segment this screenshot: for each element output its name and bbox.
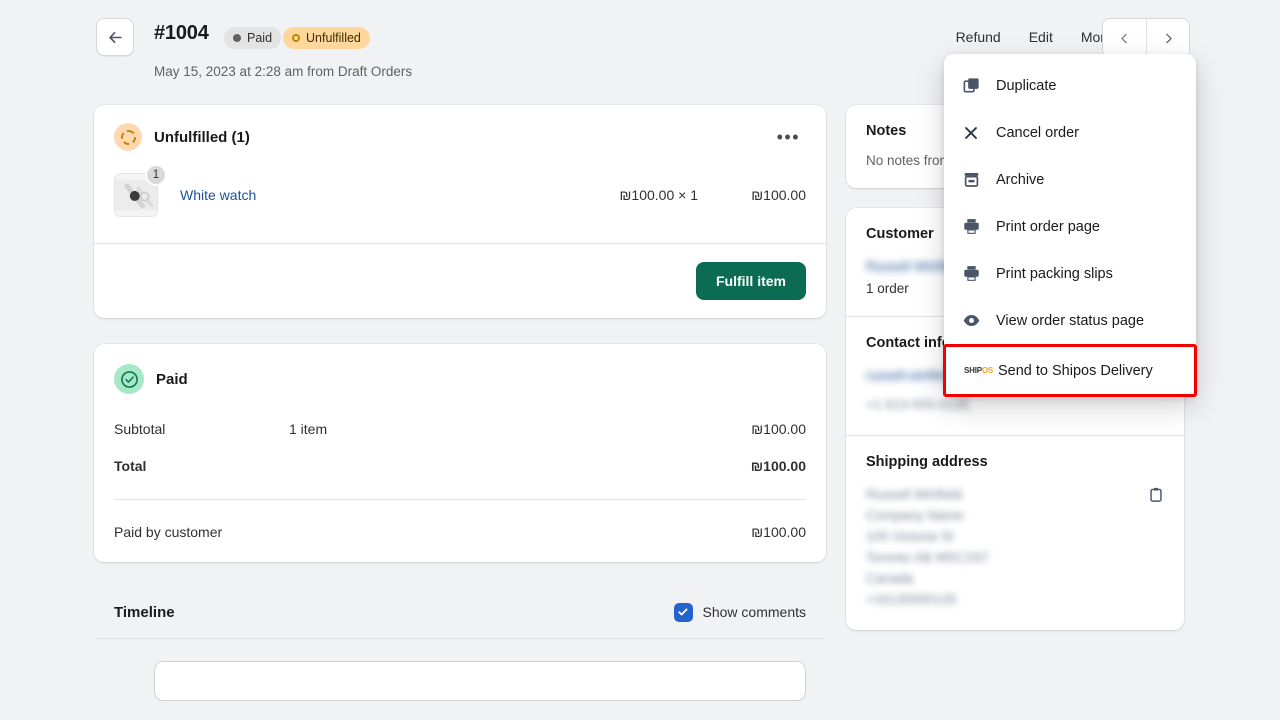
chevron-left-icon [1118,32,1131,45]
previous-order-button[interactable] [1103,19,1146,57]
arrow-left-icon [107,29,124,46]
eye-icon [962,311,988,330]
summary-value: ₪100.00 [751,421,806,437]
line-item-product-link[interactable]: White watch [180,187,256,203]
menu-item-label: View order status page [996,313,1144,329]
ring-dot-icon [292,34,300,42]
menu-item-archive[interactable]: Archive [944,156,1196,203]
payment-card-header: Paid [94,344,826,394]
line-item: 1 White watch ₪100.00 × 1 ₪100.00 [94,151,826,243]
menu-item-print-order-page[interactable]: Print order page [944,203,1196,250]
summary-label: Paid by customer [114,524,222,540]
summary-middle: 1 item [289,421,751,437]
divider [114,499,806,500]
shipping-title: Shipping address [866,454,1164,470]
shipos-logo-part1: SHIP [964,366,982,375]
show-comments-checkbox[interactable] [674,603,693,622]
menu-item-label: Send to Shipos Delivery [998,363,1153,379]
duplicate-icon [962,76,988,95]
ellipsis-icon[interactable]: ••• [771,127,806,147]
menu-item-view-order-status-page[interactable]: View order status page [944,297,1196,344]
next-order-button[interactable] [1146,19,1189,57]
filled-dot-icon [233,34,241,42]
status-badge-unfulfilled-label: Unfulfilled [306,27,361,49]
summary-value: ₪100.00 [751,524,806,540]
edit-button[interactable]: Edit [1015,22,1067,52]
order-detail-page: #1004 Paid Unfulfilled May 15, 2023 at 2… [0,0,1280,720]
refund-button[interactable]: Refund [942,22,1015,52]
menu-item-duplicate[interactable]: Duplicate [944,62,1196,109]
clipboard-copy-icon[interactable] [1147,486,1165,509]
summary-row-paid-by-customer: Paid by customer ₪100.00 [94,519,826,562]
fulfillment-card: Unfulfilled (1) ••• [94,105,826,318]
shipping-line: +16135550135 [866,589,1164,610]
printer-icon [962,264,988,283]
timeline-header: Timeline Show comments [94,586,826,638]
check-icon [677,606,689,618]
summary-value: ₪100.00 [751,458,806,474]
order-meta: May 15, 2023 at 2:28 am from Draft Order… [154,64,412,79]
contact-phone: +1 613-555-0135 [866,394,1164,415]
line-item-total: ₪100.00 [698,187,806,203]
shipping-line: 105 Victoria St [866,526,1164,547]
divider [94,638,826,639]
timeline-title: Timeline [114,604,175,621]
shipos-logo-part2: OS [982,366,993,375]
fulfillment-card-header: Unfulfilled (1) ••• [94,105,826,151]
shipping-line: Russell Winfield [866,484,1164,505]
payment-card: Paid Subtotal 1 item ₪100.00 Total ₪100.… [94,344,826,562]
line-item-quantity-badge: 1 [145,164,167,186]
chevron-right-icon [1162,32,1175,45]
check-circle-icon [114,364,144,394]
menu-item-label: Duplicate [996,78,1056,94]
shipping-section: Shipping address Russell Winfield Compan… [846,436,1184,630]
status-badge-paid: Paid [224,27,281,49]
archive-box-icon [962,170,988,189]
menu-item-send-to-shipos-delivery[interactable]: SHIPOS Send to Shipos Delivery [943,344,1197,397]
back-button[interactable] [96,18,134,56]
summary-label: Subtotal [114,421,289,437]
dashed-circle-icon [114,123,142,151]
page-title: #1004 [154,22,209,45]
line-item-thumbnail: 1 [114,173,158,217]
line-item-unit-price: ₪100.00 × 1 [620,187,698,203]
menu-item-label: Cancel order [996,125,1079,141]
menu-item-label: Print packing slips [996,266,1113,282]
main-column: Unfulfilled (1) ••• [94,105,826,701]
fulfillment-card-footer: Fulfill item [94,244,826,318]
summary-row-total: Total ₪100.00 [94,453,826,479]
timeline-comment-input[interactable] [154,661,806,701]
shipping-line: Company Name [866,505,1164,526]
shipping-line: Canada [866,568,1164,589]
more-actions-dropdown: Duplicate Cancel order Archive [944,54,1196,397]
status-badge-unfulfilled: Unfulfilled [283,27,370,49]
order-pager [1102,18,1190,58]
payment-status-title: Paid [156,371,188,388]
summary-row-subtotal: Subtotal 1 item ₪100.00 [94,416,826,442]
menu-item-cancel-order[interactable]: Cancel order [944,109,1196,156]
fulfill-item-button[interactable]: Fulfill item [696,262,806,300]
menu-item-print-packing-slips[interactable]: Print packing slips [944,250,1196,297]
summary-label: Total [114,458,289,474]
menu-item-label: Archive [996,172,1044,188]
shipos-logo-icon: SHIPOS [964,367,990,375]
status-badge-paid-label: Paid [247,27,272,49]
fulfillment-status-title: Unfulfilled (1) [154,129,250,146]
printer-icon [962,217,988,236]
timeline-section: Timeline Show comments [94,586,826,701]
show-comments-label: Show comments [703,604,806,620]
close-x-icon [962,124,988,142]
shipping-line: Toronto AB M5C1N7 [866,547,1164,568]
menu-item-label: Print order page [996,219,1100,235]
